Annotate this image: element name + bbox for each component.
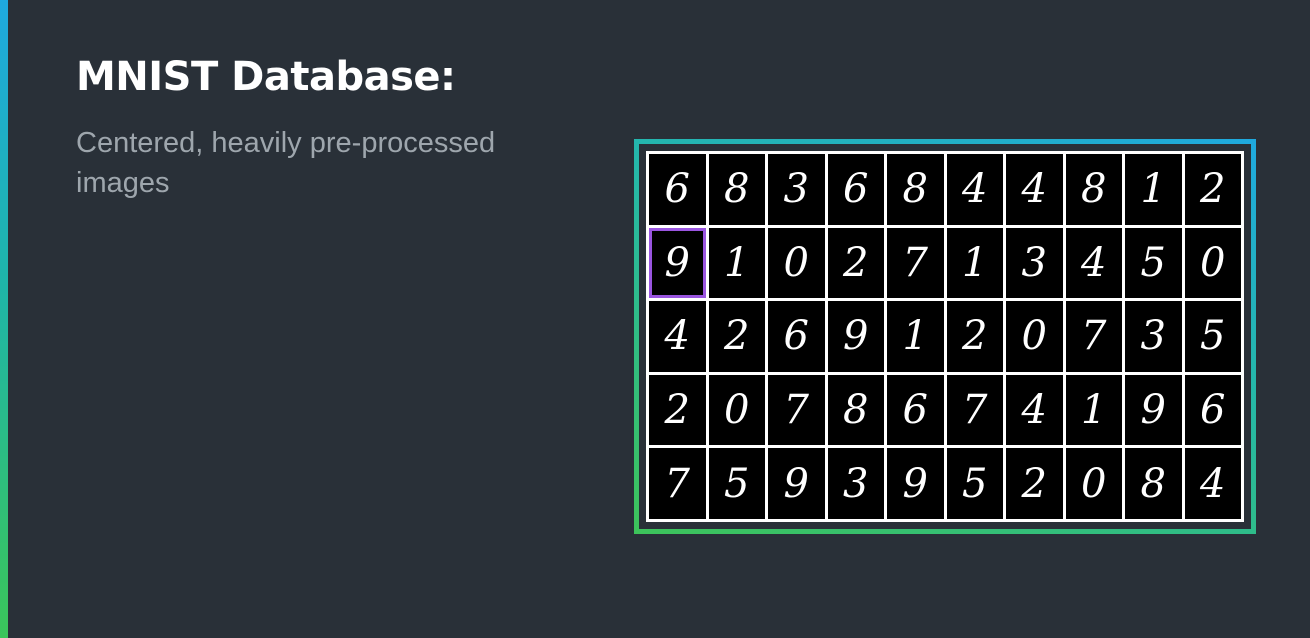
digit-cell: 2 <box>649 374 706 446</box>
digit-cell: 4 <box>1065 227 1122 299</box>
digit-cell: 5 <box>708 448 765 519</box>
digit-cell: 7 <box>946 374 1003 446</box>
slide-subtitle: Centered, heavily pre-processed images <box>76 127 496 199</box>
digit-cell: 5 <box>946 448 1003 519</box>
digit-cell: 6 <box>887 374 944 446</box>
digit-cell: 3 <box>1006 227 1063 299</box>
digit-cell: 2 <box>1006 448 1063 519</box>
digit-cell: 5 <box>1125 227 1182 299</box>
digit-cell: 3 <box>827 448 884 519</box>
digit-cell: 2 <box>946 301 1003 372</box>
digit-cell: 4 <box>946 154 1003 225</box>
digit-cell: 1 <box>708 227 765 299</box>
digit-cell: 0 <box>1006 301 1063 372</box>
digit-cell: 0 <box>708 374 765 446</box>
digit-cell: 5 <box>1184 301 1241 372</box>
digit-cell: 4 <box>649 301 706 372</box>
digit-cell: 9 <box>827 301 884 372</box>
mnist-sample-panel-inner: 6836844812910271345042691207352078674196… <box>639 144 1251 529</box>
digit-cell: 1 <box>1065 374 1122 446</box>
left-accent-bar <box>0 0 8 638</box>
digit-cell: 0 <box>1065 448 1122 519</box>
digit-cell: 8 <box>827 374 884 446</box>
digit-cell-highlighted: 9 <box>649 227 706 299</box>
digit-cell: 4 <box>1006 374 1063 446</box>
digit-cell: 0 <box>768 227 825 299</box>
digit-cell: 7 <box>768 374 825 446</box>
digit-cell: 7 <box>1065 301 1122 372</box>
digit-cell: 6 <box>1184 374 1241 446</box>
digit-cell: 8 <box>887 154 944 225</box>
digit-cell: 9 <box>1125 374 1182 446</box>
slide-title: MNIST Database: <box>76 54 456 100</box>
digit-cell: 1 <box>887 301 944 372</box>
digit-cell: 7 <box>649 448 706 519</box>
digit-cell: 8 <box>1125 448 1182 519</box>
digit-cell: 2 <box>708 301 765 372</box>
digit-cell: 2 <box>827 227 884 299</box>
digit-cell: 1 <box>1125 154 1182 225</box>
mnist-sample-panel: 6836844812910271345042691207352078674196… <box>634 139 1256 534</box>
digit-cell: 9 <box>887 448 944 519</box>
digit-cell: 4 <box>1006 154 1063 225</box>
digit-cell: 6 <box>768 301 825 372</box>
digit-grid: 6836844812910271345042691207352078674196… <box>646 151 1244 522</box>
digit-cell: 9 <box>768 448 825 519</box>
digit-cell: 2 <box>1184 154 1241 225</box>
digit-cell: 3 <box>1125 301 1182 372</box>
digit-cell: 8 <box>708 154 765 225</box>
digit-cell: 0 <box>1184 227 1241 299</box>
digit-cell: 6 <box>827 154 884 225</box>
digit-cell: 6 <box>649 154 706 225</box>
digit-cell: 7 <box>887 227 944 299</box>
digit-cell: 4 <box>1184 448 1241 519</box>
digit-cell: 1 <box>946 227 1003 299</box>
digit-cell: 8 <box>1065 154 1122 225</box>
digit-cell: 3 <box>768 154 825 225</box>
